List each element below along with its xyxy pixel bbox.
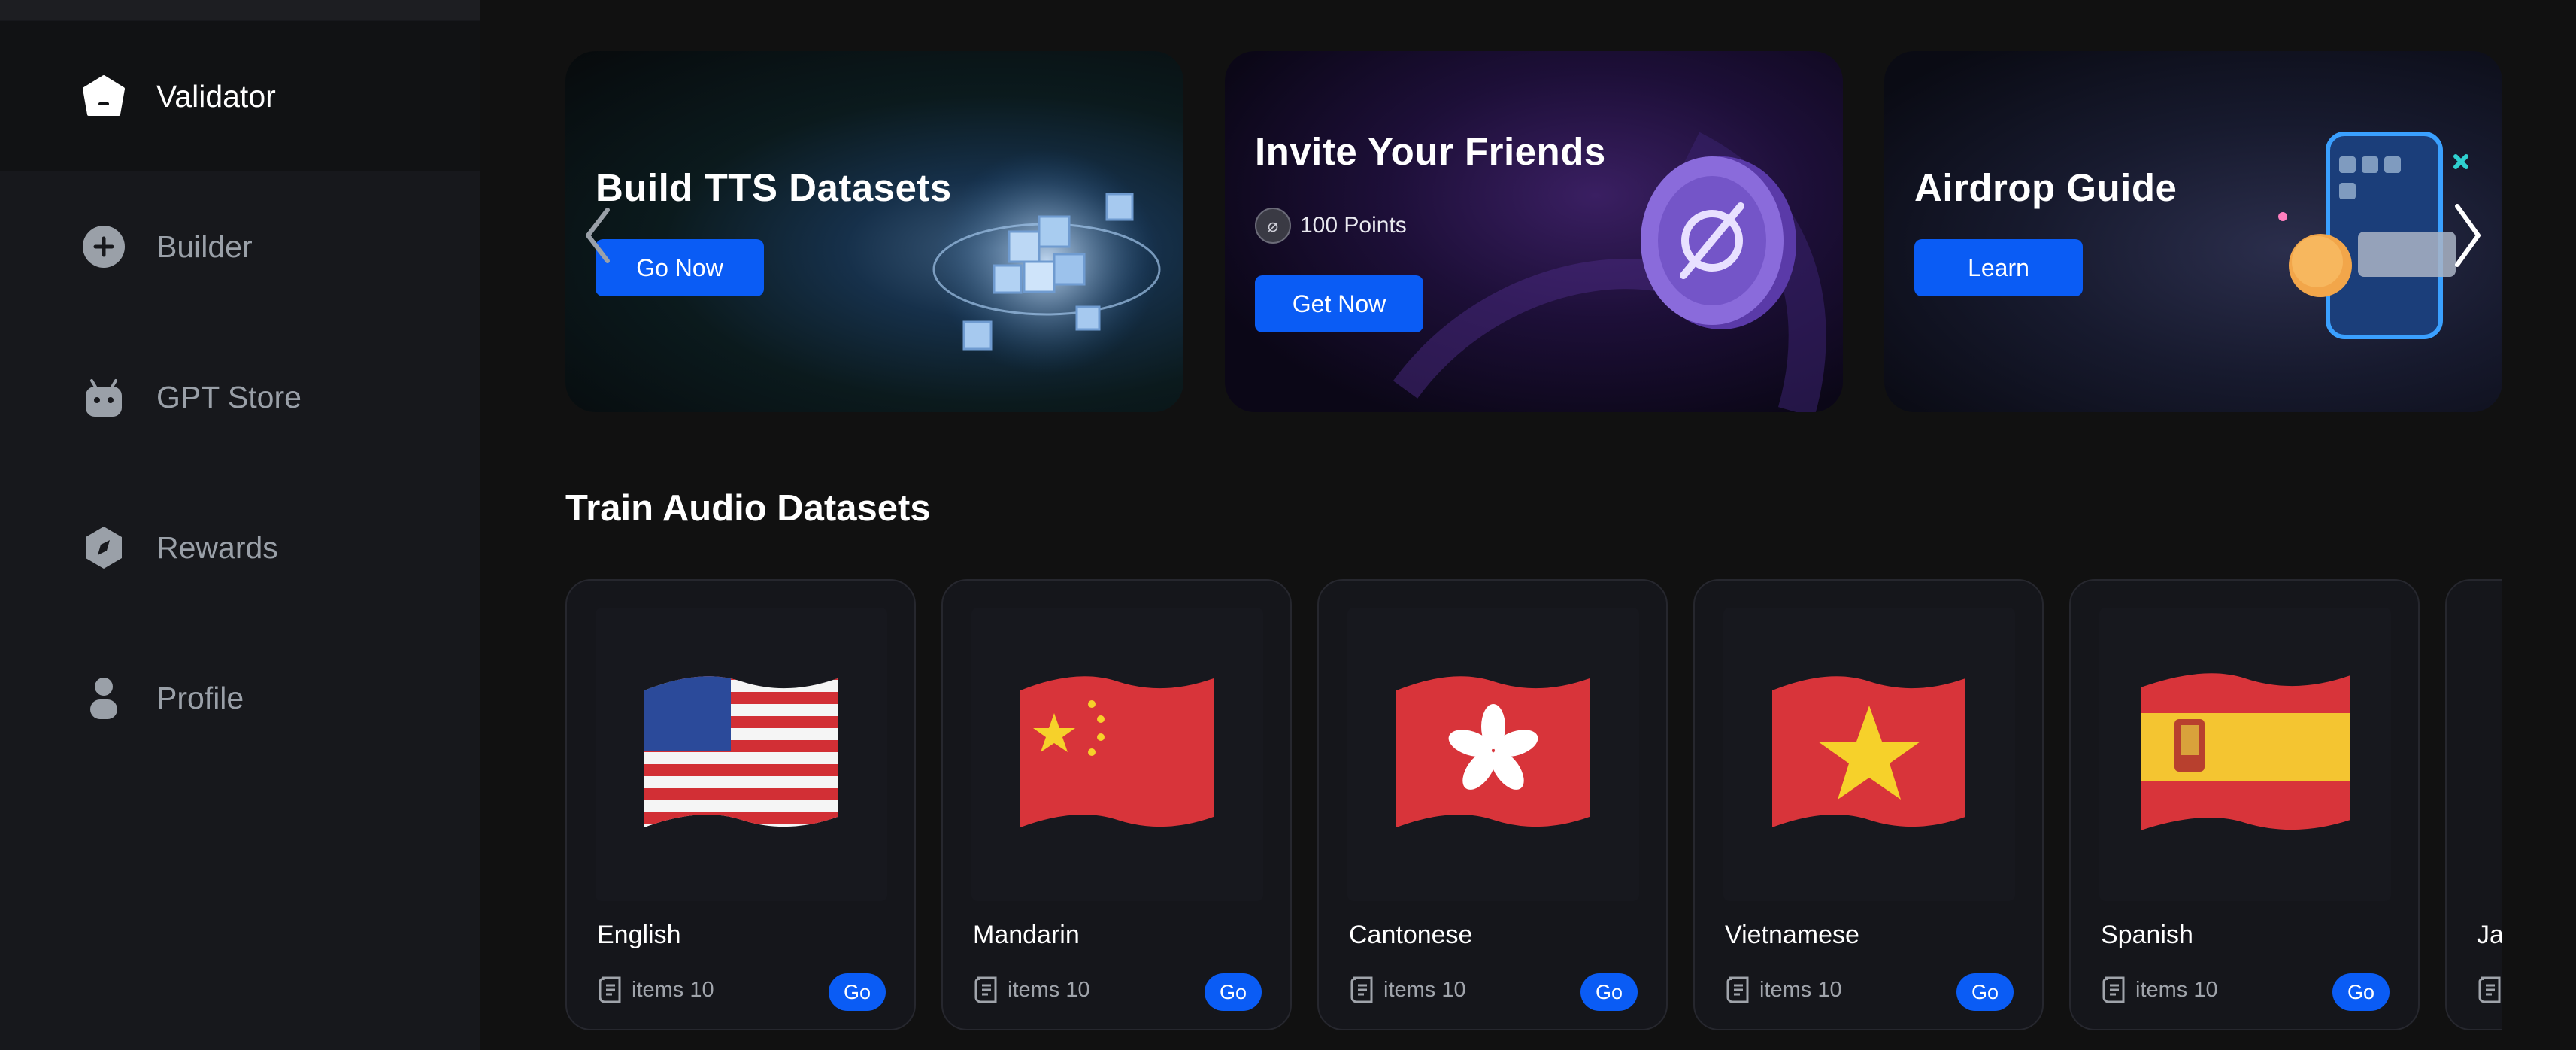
china-flag-icon <box>1020 676 1214 827</box>
banner-invite-friends[interactable]: Invite Your Friends ⌀ 100 Points Get Now <box>1225 51 1843 412</box>
plus-circle-icon <box>81 224 126 269</box>
scroll-icon <box>599 976 621 1003</box>
section-title: Train Audio Datasets <box>565 488 931 529</box>
flag-frame <box>1347 608 1639 901</box>
dataset-card-cantonese[interactable]: Cantonese items 10 Go <box>1317 579 1668 1030</box>
banner-build-tts[interactable]: Build TTS Datasets Go Now <box>565 51 1183 412</box>
dataset-language: Ja <box>2477 921 2502 949</box>
us-flag-icon <box>644 676 838 827</box>
pentagon-icon <box>81 74 126 119</box>
user-icon <box>81 675 126 721</box>
compass-icon <box>81 525 126 570</box>
sidebar-item-label: Validator <box>156 78 276 114</box>
get-now-button[interactable]: Get Now <box>1255 275 1423 332</box>
dataset-items-count: items 10 <box>1759 977 1842 1002</box>
sidebar-item-gpt-store[interactable]: GPT Store <box>0 322 480 472</box>
chevron-right-icon[interactable] <box>2453 202 2483 269</box>
dataset-meta: items 10 <box>973 975 1090 1005</box>
dataset-meta: items 10 <box>2101 975 2218 1005</box>
flag-frame <box>596 608 887 901</box>
points-label: 100 Points <box>1300 213 1407 238</box>
banner-title: Airdrop Guide <box>1914 166 2177 209</box>
dataset-language: English <box>597 921 681 949</box>
scroll-icon <box>2478 976 2501 1003</box>
dataset-card-spanish[interactable]: Spanish items 10 Go <box>2069 579 2420 1030</box>
cube-illustration <box>932 149 1161 375</box>
spain-flag-icon <box>2141 673 2350 830</box>
dataset-language: Vietnamese <box>1725 921 1859 949</box>
dataset-items-count: items 10 <box>1383 977 1466 1002</box>
dataset-items-count: items 10 <box>2135 977 2218 1002</box>
phone-illustration <box>2278 132 2468 339</box>
banner-title: Build TTS Datasets <box>596 166 952 209</box>
dataset-language: Cantonese <box>1349 921 1473 949</box>
go-button[interactable]: Go <box>829 973 886 1011</box>
sidebar-item-rewards[interactable]: Rewards <box>0 472 480 623</box>
vietnam-flag-icon <box>1772 676 1965 827</box>
go-button[interactable]: Go <box>1580 973 1638 1011</box>
banner-airdrop-guide[interactable]: Airdrop Guide Learn <box>1884 51 2502 412</box>
dataset-meta: items 10 <box>1725 975 1842 1005</box>
learn-button[interactable]: Learn <box>1914 239 2083 296</box>
dataset-carousel: English items 10 Go Mandarin items 10 Go <box>565 579 2502 1050</box>
dataset-card-mandarin[interactable]: Mandarin items 10 Go <box>941 579 1292 1030</box>
go-now-button[interactable]: Go Now <box>596 239 764 296</box>
flag-frame <box>971 608 1263 901</box>
dataset-language: Spanish <box>2101 921 2193 949</box>
sidebar-item-profile[interactable]: Profile <box>0 623 480 773</box>
points-badge: ⌀ 100 Points <box>1255 208 1407 244</box>
dataset-card-japanese[interactable]: Ja <box>2445 579 2502 1030</box>
sidebar-item-validator[interactable]: Validator <box>0 21 480 171</box>
flag-frame <box>2099 608 2391 901</box>
sidebar: Validator Builder GPT Store Rewards Prof… <box>0 0 480 1050</box>
dataset-items-count: items 10 <box>1008 977 1090 1002</box>
sidebar-top-divider <box>0 0 480 20</box>
scroll-icon <box>2102 976 2125 1003</box>
dataset-items-count: items 10 <box>632 977 714 1002</box>
go-button[interactable]: Go <box>1956 973 2014 1011</box>
scroll-icon <box>1726 976 1749 1003</box>
dataset-language: Mandarin <box>973 921 1080 949</box>
sidebar-item-label: Builder <box>156 229 253 264</box>
points-icon: ⌀ <box>1255 208 1291 244</box>
robot-icon <box>81 375 126 420</box>
hong-kong-flag-icon <box>1396 676 1590 827</box>
dataset-meta: items 10 <box>597 975 714 1005</box>
scroll-icon <box>974 976 997 1003</box>
dataset-card-english[interactable]: English items 10 Go <box>565 579 916 1030</box>
coin-icon <box>1641 156 1796 329</box>
sidebar-item-label: Rewards <box>156 530 278 565</box>
sidebar-item-builder[interactable]: Builder <box>0 171 480 322</box>
dataset-meta <box>2477 975 2502 1005</box>
dataset-card-vietnamese[interactable]: Vietnamese items 10 Go <box>1693 579 2044 1030</box>
sidebar-item-label: GPT Store <box>156 379 302 414</box>
sidebar-item-label: Profile <box>156 680 244 715</box>
flag-frame <box>1723 608 2015 901</box>
go-button[interactable]: Go <box>1205 973 1262 1011</box>
chevron-left-icon[interactable] <box>582 205 612 266</box>
go-button[interactable]: Go <box>2332 973 2390 1011</box>
banner-title: Invite Your Friends <box>1255 130 1606 173</box>
scroll-icon <box>1350 976 1373 1003</box>
dataset-meta: items 10 <box>1349 975 1466 1005</box>
